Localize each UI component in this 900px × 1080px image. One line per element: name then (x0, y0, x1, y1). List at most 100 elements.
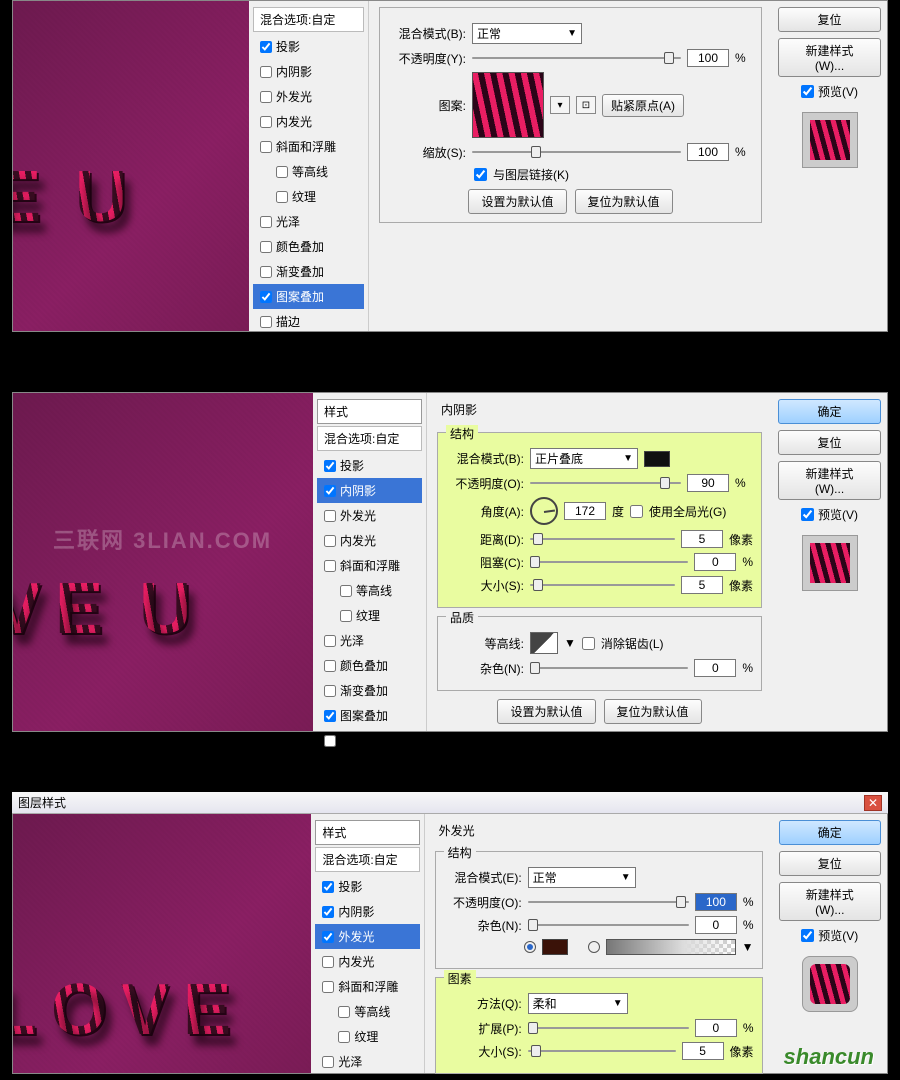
style-drop-shadow[interactable]: 投影 (253, 34, 364, 59)
new-style-button[interactable]: 新建样式(W)... (778, 38, 881, 77)
ck[interactable] (324, 735, 336, 747)
blend-mode-dropdown[interactable]: 正常 ▼ (472, 23, 582, 44)
spread-slider[interactable] (528, 1021, 689, 1035)
global-light-check[interactable] (630, 505, 643, 518)
reset-button[interactable]: 复位 (779, 851, 881, 876)
size-slider[interactable] (528, 1044, 676, 1058)
shadow-color-chip[interactable] (644, 451, 670, 467)
styles-header[interactable]: 样式 (317, 399, 422, 424)
size-value[interactable]: 5 (681, 576, 723, 594)
style-contour[interactable]: 等高线 (253, 159, 364, 184)
style-texture[interactable]: 纹理 (317, 603, 422, 628)
blend-options-header[interactable]: 混合选项:自定 (317, 426, 422, 451)
ck[interactable] (322, 906, 334, 918)
ck[interactable] (324, 460, 336, 472)
size-slider[interactable] (530, 578, 675, 592)
style-stroke[interactable]: 描边 (317, 728, 422, 753)
style-texture[interactable]: 纹理 (315, 1024, 419, 1049)
style-inner-shadow[interactable]: 内阴影 (315, 899, 419, 924)
style-pattern-overlay[interactable]: 图案叠加 (253, 284, 364, 309)
contour-picker[interactable] (530, 632, 558, 654)
ck[interactable] (340, 610, 352, 622)
preview-check[interactable] (801, 929, 814, 942)
distance-slider[interactable] (530, 532, 675, 546)
style-outer-glow[interactable]: 外发光 (317, 503, 422, 528)
style-inner-shadow[interactable]: 内阴影 (317, 478, 422, 503)
opacity-slider[interactable] (528, 895, 689, 909)
style-outer-glow[interactable]: 外发光 (253, 84, 364, 109)
contour-check[interactable] (276, 166, 288, 178)
ck[interactable] (324, 685, 336, 697)
reset-default-button[interactable]: 复位为默认值 (604, 699, 702, 724)
choke-value[interactable]: 0 (694, 553, 736, 571)
chevron-down-icon[interactable]: ▼ (742, 940, 754, 954)
style-inner-shadow[interactable]: 内阴影 (253, 59, 364, 84)
style-color-overlay[interactable]: 颜色叠加 (253, 234, 364, 259)
set-default-button[interactable]: 设置为默认值 (497, 699, 595, 724)
style-bevel[interactable]: 斜面和浮雕 (317, 553, 422, 578)
color-overlay-check[interactable] (260, 241, 272, 253)
style-satin[interactable]: 光泽 (315, 1049, 419, 1074)
style-bevel[interactable]: 斜面和浮雕 (253, 134, 364, 159)
new-style-button[interactable]: 新建样式(W)... (779, 882, 881, 921)
ck[interactable] (324, 485, 336, 497)
blend-mode-dropdown[interactable]: 正常 ▼ (528, 867, 636, 888)
pattern-thumbnail[interactable] (472, 72, 544, 138)
antialias-check[interactable] (582, 637, 595, 650)
ok-button[interactable]: 确定 (778, 399, 881, 424)
blend-options-header[interactable]: 混合选项:自定 (253, 7, 364, 32)
style-inner-glow[interactable]: 内发光 (315, 949, 419, 974)
gradient-overlay-check[interactable] (260, 266, 272, 278)
ck[interactable] (324, 710, 336, 722)
style-bevel[interactable]: 斜面和浮雕 (315, 974, 419, 999)
style-satin[interactable]: 光泽 (317, 628, 422, 653)
ck[interactable] (324, 635, 336, 647)
style-inner-glow[interactable]: 内发光 (317, 528, 422, 553)
gradient-picker[interactable] (606, 939, 736, 955)
new-preset-button[interactable]: ⊡ (576, 96, 596, 114)
chevron-down-icon[interactable]: ▼ (564, 636, 576, 650)
satin-check[interactable] (260, 216, 272, 228)
noise-value[interactable]: 0 (695, 916, 737, 934)
styles-header[interactable]: 样式 (315, 820, 419, 845)
size-value[interactable]: 5 (682, 1042, 724, 1060)
bevel-check[interactable] (260, 141, 272, 153)
ck[interactable] (324, 510, 336, 522)
choke-slider[interactable] (530, 555, 688, 569)
snap-origin-button[interactable]: 贴紧原点(A) (602, 94, 684, 117)
angle-dial[interactable] (530, 497, 558, 525)
style-drop-shadow[interactable]: 投影 (315, 874, 419, 899)
pattern-picker-button[interactable]: ▾ (550, 96, 570, 114)
method-dropdown[interactable]: 柔和 ▼ (528, 993, 628, 1014)
style-gradient-overlay[interactable]: 渐变叠加 (317, 678, 422, 703)
opacity-slider[interactable] (472, 51, 681, 65)
outer-glow-check[interactable] (260, 91, 272, 103)
style-color-overlay[interactable]: 颜色叠加 (317, 653, 422, 678)
ck[interactable] (322, 956, 334, 968)
inner-glow-check[interactable] (260, 116, 272, 128)
reset-default-button[interactable]: 复位为默认值 (575, 189, 673, 214)
style-inner-glow[interactable]: 内发光 (253, 109, 364, 134)
opacity-value[interactable]: 100 (687, 49, 729, 67)
style-stroke[interactable]: 描边 (253, 309, 364, 334)
style-pattern-overlay[interactable]: 图案叠加 (317, 703, 422, 728)
link-layer-check[interactable] (474, 168, 487, 181)
ck[interactable] (322, 1056, 334, 1068)
style-contour[interactable]: 等高线 (317, 578, 422, 603)
ck[interactable] (324, 560, 336, 572)
ok-button[interactable]: 确定 (779, 820, 881, 845)
ck[interactable] (324, 660, 336, 672)
opacity-value[interactable]: 90 (687, 474, 729, 492)
spread-value[interactable]: 0 (695, 1019, 737, 1037)
style-outer-glow[interactable]: 外发光 (315, 924, 419, 949)
reset-button[interactable]: 复位 (778, 7, 881, 32)
noise-value[interactable]: 0 (694, 659, 736, 677)
blend-mode-dropdown[interactable]: 正片叠底 ▼ (530, 448, 638, 469)
style-texture[interactable]: 纹理 (253, 184, 364, 209)
noise-slider[interactable] (530, 661, 688, 675)
reset-button[interactable]: 复位 (778, 430, 881, 455)
ck[interactable] (338, 1006, 350, 1018)
ck[interactable] (338, 1031, 350, 1043)
scale-slider[interactable] (472, 145, 681, 159)
inner-shadow-check[interactable] (260, 66, 272, 78)
